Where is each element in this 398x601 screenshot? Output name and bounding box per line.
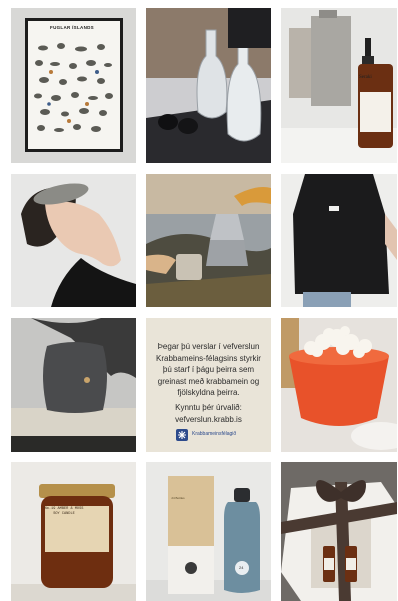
tile-info-card: Þegar þú verslar í vefverslun Krabbamein… <box>146 318 271 452</box>
moka-pot-image <box>146 174 271 307</box>
tile-popcorn-bowl[interactable] <box>281 318 397 452</box>
aesop-bottle-image <box>281 8 397 163</box>
tile-aesop-bottle[interactable]: Seraki <box>281 8 397 163</box>
tile-black-apron[interactable] <box>281 174 397 307</box>
tile-moka-pot[interactable] <box>146 174 271 307</box>
info-cta-line1: Kynntu þér úrvalið: <box>175 403 242 412</box>
info-cta-link[interactable]: vefverslun.krabb.is <box>152 414 265 426</box>
black-apron-image <box>281 174 397 307</box>
info-message: Þegar þú verslar í vefverslun Krabbamein… <box>156 342 261 397</box>
speaker-image <box>11 318 136 452</box>
bird-poster-image <box>11 8 136 163</box>
krabbameinsfelagid-logo: Krabbameinsfélagið <box>176 429 236 441</box>
tile-bird-poster[interactable]: FUGLAR ÍSLANDS <box>11 8 136 163</box>
info-cta: Kynntu þér úrvalið: vefverslun.krabb.is <box>152 402 265 425</box>
box-label: 24 Bottles <box>171 496 185 500</box>
product-image-grid: FUGLAR ÍSLANDS Seraki Þegar þú verslar í… <box>0 0 398 601</box>
tile-gift-box[interactable] <box>281 462 397 601</box>
krabbameinsfelagid-logo-icon <box>176 429 188 441</box>
gift-box-image <box>281 462 397 601</box>
bottle-label: Seraki <box>359 75 372 80</box>
popcorn-bowl-image <box>281 318 397 452</box>
tile-24bottles[interactable]: 24 Bottles 24 <box>146 462 271 601</box>
tile-soy-candle[interactable]: No.19 AMBER & MOSS SOY CANDLE <box>11 462 136 601</box>
eye-pillow-image <box>11 174 136 307</box>
soy-candle-image <box>11 462 136 601</box>
24bottles-image <box>146 462 271 601</box>
logo-text: Krabbameinsfélagið <box>192 431 237 438</box>
tile-glass-carafes[interactable] <box>146 8 271 163</box>
glass-carafes-image <box>146 8 271 163</box>
poster-title: FUGLAR ÍSLANDS <box>50 25 94 30</box>
tile-speaker[interactable] <box>11 318 136 452</box>
candle-label: No.19 AMBER & MOSS SOY CANDLE <box>44 507 84 516</box>
tile-eye-pillow[interactable] <box>11 174 136 307</box>
bottle-logo: 24 <box>239 565 244 570</box>
